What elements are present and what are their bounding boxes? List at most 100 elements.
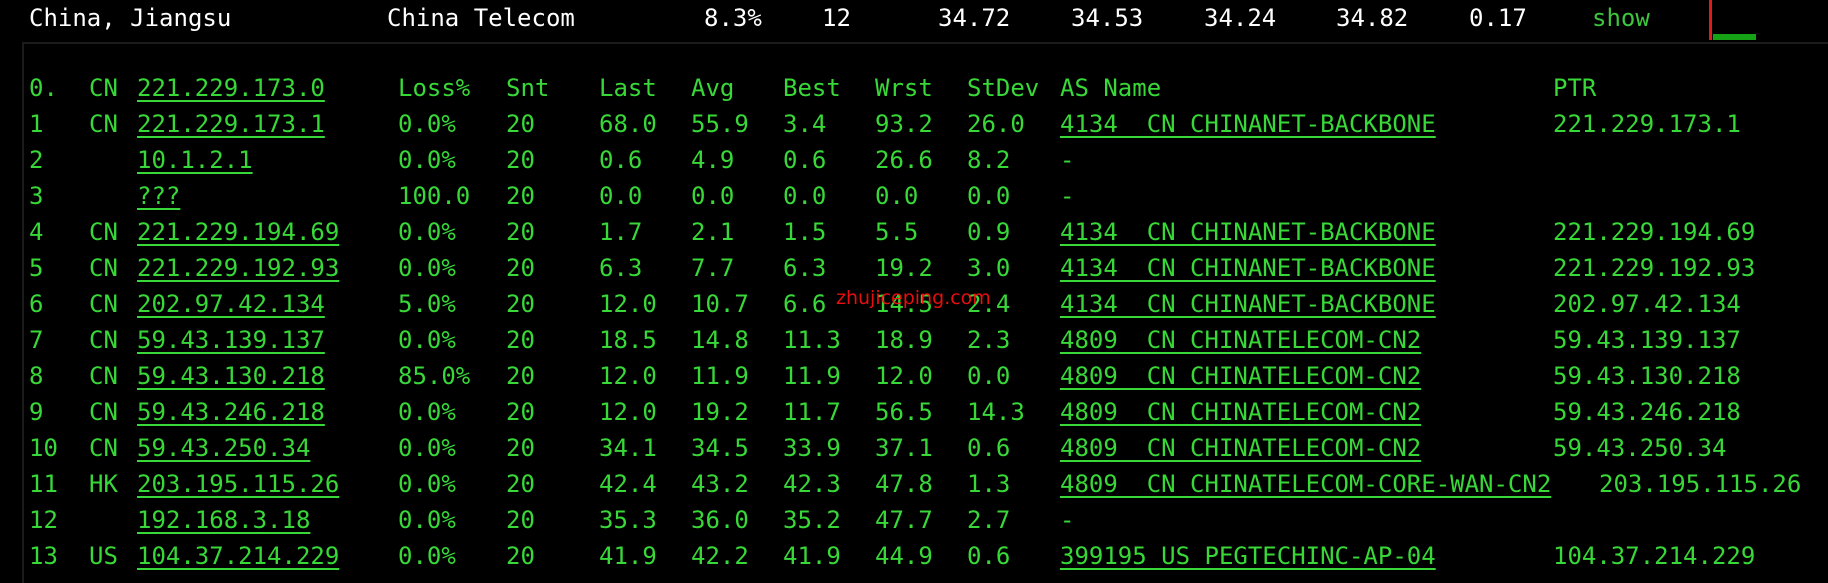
table-row: 9 CN 59.43.246.218 0.0% 20 12.0 19.2 11.7 56.5 14…: [0, 394, 1828, 430]
hop-stdev: 0.9: [967, 218, 1011, 246]
hop-snt: 20: [506, 110, 535, 138]
hop-as[interactable]: 4809 CN CHINATELECOM-CN2: [1060, 430, 1421, 466]
hop-avg: 36.0: [691, 506, 749, 534]
hop-as[interactable]: 4809 CN CHINATELECOM-CN2: [1060, 394, 1421, 430]
hop-host[interactable]: 221.229.192.93: [137, 250, 339, 286]
hop-stdev: 0.6: [967, 434, 1011, 462]
table-header: 0. CN 221.229.173.0 Loss% Snt Last Avg B…: [0, 70, 1828, 106]
hop-cc: CN: [89, 398, 118, 426]
hop-as[interactable]: 399195 US PEGTECHINC-AP-04: [1060, 538, 1436, 574]
hop-hop: 1: [29, 110, 44, 138]
hop-ptr: 59.43.246.218: [1553, 398, 1741, 426]
hop-hop: 5: [29, 254, 44, 282]
hop-snt: 20: [506, 434, 535, 462]
hop-cc: CN: [89, 110, 118, 138]
hop-last: 42.4: [599, 470, 657, 498]
hop-host[interactable]: 202.97.42.134: [137, 286, 325, 322]
hop-best: 11.7: [783, 398, 841, 426]
hop-host[interactable]: 192.168.3.18: [137, 502, 310, 538]
header-cc: CN: [89, 74, 118, 102]
hop-loss: 0.0%: [398, 218, 456, 246]
hop-last: 1.7: [599, 218, 643, 246]
summary-row: China, Jiangsu China Telecom 8.3% 12 34.…: [0, 0, 1828, 42]
table-row: 10 CN 59.43.250.34 0.0% 20 34.1 34.5 33.9 37.1 0.…: [0, 430, 1828, 466]
hop-snt: 20: [506, 542, 535, 570]
hop-snt: 20: [506, 146, 535, 174]
hop-hop: 10: [29, 434, 58, 462]
header-avg: Avg: [691, 74, 735, 102]
hop-snt: 20: [506, 470, 535, 498]
hop-wrst: 19.2: [875, 254, 933, 282]
hop-host[interactable]: 221.229.194.69: [137, 214, 339, 250]
hop-as[interactable]: 4809 CN CHINATELECOM-CN2: [1060, 358, 1421, 394]
summary-isp: China Telecom: [387, 4, 575, 32]
hop-loss: 85.0%: [398, 362, 471, 390]
hop-snt: 20: [506, 218, 535, 246]
sparkline-marker: [1709, 0, 1712, 40]
watermark: zhujiceping.com: [836, 287, 991, 309]
hop-hop: 8: [29, 362, 44, 390]
hop-last: 6.3: [599, 254, 643, 282]
hop-as[interactable]: 4809 CN CHINATELECOM-CORE-WAN-CN2: [1060, 466, 1551, 502]
hop-host[interactable]: 10.1.2.1: [137, 142, 253, 178]
hop-as[interactable]: -: [1060, 178, 1074, 214]
hop-last: 41.9: [599, 542, 657, 570]
hop-as[interactable]: 4134 CN CHINANET-BACKBONE: [1060, 106, 1436, 142]
hop-stdev: 0.6: [967, 542, 1011, 570]
summary-loss: 8.3%: [704, 4, 762, 32]
hop-snt: 20: [506, 362, 535, 390]
hop-ptr: 59.43.130.218: [1553, 362, 1741, 390]
hop-hop: 7: [29, 326, 44, 354]
hop-last: 18.5: [599, 326, 657, 354]
hop-ptr: 203.195.115.26: [1599, 470, 1802, 498]
summary-last: 34.72: [938, 4, 1011, 32]
hop-wrst: 56.5: [875, 398, 933, 426]
hop-avg: 19.2: [691, 398, 749, 426]
hop-last: 34.1: [599, 434, 657, 462]
hop-stdev: 2.7: [967, 506, 1011, 534]
table-row: 12 192.168.3.18 0.0% 20 35.3 36.0 35.2 47.7 2.7 -: [0, 502, 1828, 538]
hop-loss: 0.0%: [398, 506, 456, 534]
hop-as[interactable]: -: [1060, 142, 1074, 178]
hop-best: 3.4: [783, 110, 827, 138]
hop-cc: US: [89, 542, 118, 570]
header-as-name: AS Name: [1060, 74, 1162, 102]
show-link[interactable]: show: [1592, 4, 1650, 32]
header-stdev: StDev: [967, 74, 1040, 102]
hop-avg: 43.2: [691, 470, 749, 498]
hop-host[interactable]: 59.43.250.34: [137, 430, 310, 466]
hop-last: 0.0: [599, 182, 643, 210]
hop-as[interactable]: 4809 CN CHINATELECOM-CN2: [1060, 322, 1421, 358]
hop-host[interactable]: ???: [137, 178, 180, 214]
hop-host[interactable]: 59.43.130.218: [137, 358, 325, 394]
hop-host[interactable]: 203.195.115.26: [137, 466, 339, 502]
hop-wrst: 26.6: [875, 146, 933, 174]
hop-host[interactable]: 221.229.173.1: [137, 106, 325, 142]
hop-loss: 0.0%: [398, 398, 456, 426]
hop-host[interactable]: 59.43.139.137: [137, 322, 325, 358]
hop-stdev: 2.3: [967, 326, 1011, 354]
hop-as[interactable]: -: [1060, 502, 1074, 538]
hop-wrst: 37.1: [875, 434, 933, 462]
hop-hop: 6: [29, 290, 44, 318]
hop-ptr: 202.97.42.134: [1553, 290, 1741, 318]
summary-stdev: 0.17: [1469, 4, 1527, 32]
hop-wrst: 18.9: [875, 326, 933, 354]
header-snt: Snt: [506, 74, 550, 102]
hop-best: 0.0: [783, 182, 827, 210]
hop-avg: 0.0: [691, 182, 735, 210]
hop-cc: CN: [89, 218, 118, 246]
hop-as[interactable]: 4134 CN CHINANET-BACKBONE: [1060, 250, 1436, 286]
hop-as[interactable]: 4134 CN CHINANET-BACKBONE: [1060, 214, 1436, 250]
hop-hop: 13: [29, 542, 58, 570]
hop-host[interactable]: 59.43.246.218: [137, 394, 325, 430]
hop-host[interactable]: 104.37.214.229: [137, 538, 339, 574]
hop-avg: 55.9: [691, 110, 749, 138]
hop-ptr: 221.229.194.69: [1553, 218, 1756, 246]
hop-best: 41.9: [783, 542, 841, 570]
hop-best: 35.2: [783, 506, 841, 534]
hop-as[interactable]: 4134 CN CHINANET-BACKBONE: [1060, 286, 1436, 322]
header-ptr: PTR: [1553, 74, 1597, 102]
header-host[interactable]: 221.229.173.0: [137, 70, 325, 106]
hop-cc: HK: [89, 470, 118, 498]
